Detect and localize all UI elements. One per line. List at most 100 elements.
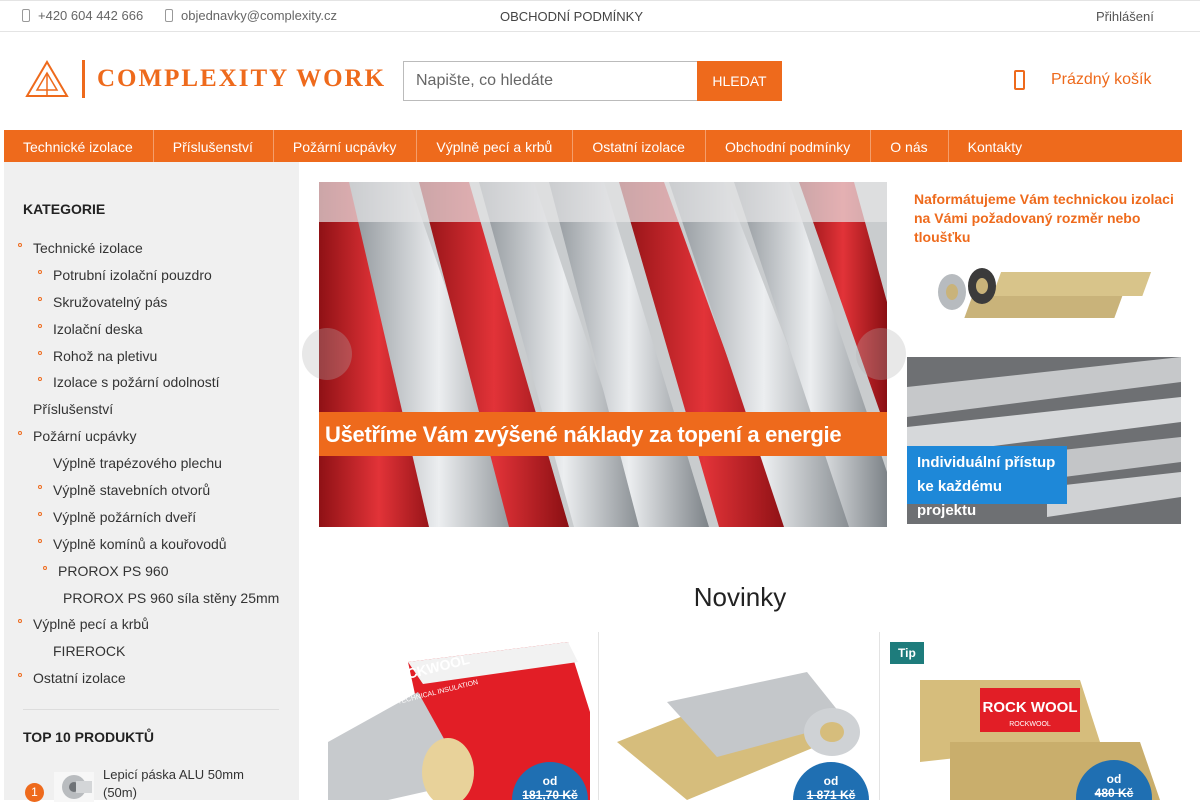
category-label: Rohož na pletivu <box>53 347 158 364</box>
category-item[interactable]: Výplně komínů a kouřovodů <box>4 535 299 562</box>
phone-contact[interactable]: +420 604 442 666 <box>22 8 143 23</box>
side-banner-text: Naformátujeme Vám technickou izolaci na … <box>914 191 1174 245</box>
bullet-icon <box>43 565 47 570</box>
top-bar: +420 604 442 666 objednavky@complexity.c… <box>0 0 1200 32</box>
price-value: 480 Kč <box>1094 786 1134 800</box>
category-item[interactable]: Izolační deska <box>4 320 299 347</box>
side-banner-caption-line1: Individuální přístup <box>917 454 1056 471</box>
cart-label: Prázdný košík <box>1051 71 1152 88</box>
price-value: 181,70 Kč <box>522 788 578 800</box>
nav-vyplne-peci[interactable]: Výplně pecí a krbů <box>417 130 574 162</box>
category-label: Technické izolace <box>33 240 143 256</box>
category-label: Izolační deska <box>53 320 143 337</box>
category-item[interactable]: PROROX PS 960 síla stěny 25mm <box>4 589 299 616</box>
side-banner-caption: Individuální přístup ke každému projektu <box>907 446 1067 519</box>
category-label: Příslušenství <box>33 401 114 418</box>
bullet-icon <box>38 511 42 516</box>
category-label: Výplně trapézového plechu <box>53 455 222 472</box>
category-list: Technické izolace Potrubní izolační pouzd… <box>4 239 299 696</box>
bullet-icon <box>38 269 42 274</box>
category-item[interactable]: Výplně pecí a krbů <box>4 615 299 642</box>
banner-caption: Ušetříme Vám zvýšené náklady za topení a… <box>319 412 887 456</box>
banner-prev-arrow[interactable] <box>302 328 352 380</box>
category-label: Ostatní izolace <box>33 670 126 687</box>
nav-obchodni-podminky[interactable]: Obchodní podmínky <box>706 130 872 162</box>
side-banner-individual[interactable]: Individuální přístup ke každému projektu <box>907 357 1181 524</box>
login-link[interactable]: Přihlášení <box>1096 9 1154 24</box>
side-banner-caption-line2: ke každému projektu <box>917 478 1003 519</box>
top-products-heading: TOP 10 PRODUKTŮ <box>23 729 154 745</box>
rank-badge: 1 <box>25 783 44 802</box>
search-button[interactable]: HLEDAT <box>697 61 782 101</box>
category-item[interactable]: Požární ucpávky <box>4 427 299 454</box>
terms-link[interactable]: OBCHODNÍ PODMÍNKY <box>500 9 643 24</box>
nav-o-nas[interactable]: O nás <box>871 130 949 162</box>
product-brand-label: ROCK WOOL <box>983 699 1078 716</box>
sidebar-divider <box>23 709 279 710</box>
search-input[interactable] <box>403 61 697 101</box>
category-label: Izolace s požární odolností <box>53 374 220 391</box>
sidebar: KATEGORIE Technické izolace Potrubní izol… <box>4 162 299 802</box>
product-brand-sub: ROCKWOOL <box>1009 721 1051 728</box>
price-prefix: od <box>542 774 558 788</box>
category-label: Požární ucpávky <box>33 428 137 445</box>
category-label: Potrubní izolační pouzdro <box>53 266 212 283</box>
header: COMPLEXITY WORK HLEDAT Prázdný košík <box>0 32 1200 130</box>
bullet-icon <box>38 377 42 382</box>
logo-divider <box>82 60 85 98</box>
category-label: Skružovatelný pás <box>53 293 168 310</box>
card-divider <box>598 632 599 800</box>
bullet-icon <box>18 619 22 624</box>
phone-icon <box>22 9 30 22</box>
email-icon <box>165 9 173 22</box>
category-label: FIREROCK <box>53 643 126 660</box>
nav-kontakty[interactable]: Kontakty <box>949 130 1042 162</box>
side-banner-custom-size[interactable]: Naformátujeme Vám technickou izolaci na … <box>907 182 1181 347</box>
nav-pozarni-ucpavky[interactable]: Požární ucpávky <box>274 130 418 162</box>
product-card[interactable]: ROCKWOOL TECHNICAL INSULATION od 181,70 … <box>328 632 590 800</box>
search-bar: HLEDAT <box>403 61 782 101</box>
category-item[interactable]: Výplně trapézového plechu <box>4 454 299 481</box>
logo[interactable]: COMPLEXITY WORK <box>24 59 386 99</box>
categories-heading: KATEGORIE <box>23 201 106 217</box>
product-card[interactable]: od 1 871 Kč <box>607 632 871 800</box>
category-item[interactable]: Ostatní izolace <box>4 669 299 696</box>
tip-badge: Tip <box>890 642 924 664</box>
category-item[interactable]: Izolace s požární odolností <box>4 373 299 400</box>
price-prefix: od <box>823 774 839 788</box>
category-item[interactable]: FIREROCK <box>4 642 299 669</box>
nav-ostatni-izolace[interactable]: Ostatní izolace <box>573 130 706 162</box>
category-item[interactable]: Výplně požárních dveří <box>4 508 299 535</box>
product-thumbnail <box>54 772 94 802</box>
banner-pipes-image <box>319 182 887 527</box>
price-prefix: od <box>1106 772 1122 786</box>
bullet-icon <box>18 431 22 436</box>
category-item[interactable]: Rohož na pletivu <box>4 347 299 374</box>
category-item[interactable]: Potrubní izolační pouzdro <box>4 266 299 293</box>
category-item[interactable]: Příslušenství <box>4 400 299 427</box>
top-product-item[interactable]: 1 Lepicí páska ALU 50mm (50m) <box>23 764 283 802</box>
category-label: PROROX PS 960 <box>58 562 169 579</box>
category-item[interactable]: Technické izolace <box>4 239 299 266</box>
category-label: Výplně požárních dveří <box>53 508 197 525</box>
nav-technicke-izolace[interactable]: Technické izolace <box>4 130 154 162</box>
cart[interactable]: Prázdný košík <box>1014 70 1151 90</box>
bullet-icon <box>18 673 22 678</box>
category-item[interactable]: Výplně stavebních otvorů <box>4 481 299 508</box>
cart-icon <box>1014 70 1025 90</box>
logo-text: COMPLEXITY WORK <box>97 65 387 92</box>
insulation-rolls-image <box>938 268 1152 318</box>
category-item[interactable]: Skružovatelný pás <box>4 293 299 320</box>
nav-prislusenstvi[interactable]: Příslušenství <box>154 130 274 162</box>
main-banner[interactable]: Ušetříme Vám zvýšené náklady za topení a… <box>319 182 887 527</box>
category-label: Výplně pecí a krbů <box>33 616 149 633</box>
email-address: objednavky@complexity.cz <box>181 8 338 23</box>
main-nav: Technické izolace Příslušenství Požární … <box>4 130 1182 162</box>
category-item[interactable]: PROROX PS 960 <box>4 562 299 589</box>
product-card[interactable]: ROCK WOOL ROCKWOOL Tip od 480 Kč <box>880 632 1180 800</box>
bullet-icon <box>38 296 42 301</box>
email-contact[interactable]: objednavky@complexity.cz <box>165 8 337 23</box>
bullet-icon <box>38 350 42 355</box>
banner-next-arrow[interactable] <box>856 328 906 380</box>
section-heading-novinky: Novinky <box>693 582 787 612</box>
